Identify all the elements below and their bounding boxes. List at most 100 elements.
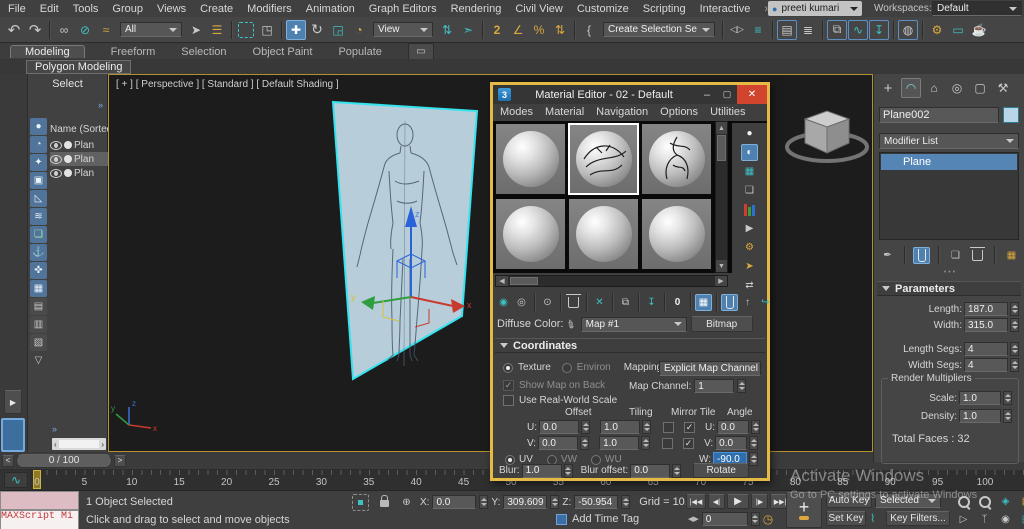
menu-create[interactable]: Create (200, 3, 233, 15)
scroll-right-icon[interactable]: › (101, 440, 104, 449)
stack-item-plane[interactable]: Plane (881, 154, 1017, 170)
width-field[interactable]: 315.0 (964, 318, 1008, 332)
video-color-check-icon[interactable] (741, 201, 758, 218)
visibility-eye-icon[interactable] (50, 168, 62, 178)
material-editor-icon[interactable]: ◍ (898, 19, 918, 40)
material-sample-3[interactable] (641, 123, 712, 195)
tab-hierarchy-icon[interactable]: ⌂ (924, 78, 944, 98)
mirror-icon[interactable]: ◁▷ (727, 20, 747, 40)
map-channel-spinner[interactable] (737, 379, 747, 393)
blur-offset-field[interactable]: 0.0 (630, 463, 671, 478)
show-end-result-icon[interactable] (721, 293, 738, 311)
material-sample-4[interactable] (495, 198, 566, 270)
u-mirror-checkbox[interactable] (663, 421, 674, 433)
menu-animation[interactable]: Animation (306, 3, 355, 15)
scene-explorer-icon[interactable]: ≣ (798, 20, 818, 40)
object-name-field[interactable]: Plane002 (879, 107, 999, 123)
select-by-name-icon[interactable]: ☰ (207, 20, 227, 40)
x-spinner[interactable] (479, 495, 489, 509)
explorer-h-scrollbar[interactable]: ‹ › (52, 438, 106, 450)
x-coordinate-field[interactable]: 0.0 (432, 495, 477, 509)
blur-spinner[interactable] (563, 463, 573, 478)
select-and-place-icon[interactable]: ◔ (349, 20, 369, 40)
make-material-copy-icon[interactable]: ⧉ (617, 294, 634, 311)
select-and-link-icon[interactable]: ∞ (54, 20, 74, 40)
backlight-icon[interactable]: ◐ (741, 144, 758, 161)
curve-editor-icon[interactable]: ∿ (848, 19, 868, 40)
filter-xrefs-icon[interactable]: ⚓ (30, 244, 47, 261)
v-angle-field[interactable]: 0.0 (715, 436, 748, 450)
selection-filter-select[interactable]: All (120, 22, 182, 37)
modifier-stack[interactable]: Plane (879, 152, 1019, 240)
texture-radio[interactable] (503, 362, 513, 373)
visibility-eye-icon[interactable] (50, 154, 62, 164)
material-editor-window[interactable]: 3 Material Editor - 02 - Default – ▢ ✕ M… (490, 82, 770, 481)
viewport-layout-tab[interactable] (1, 418, 25, 452)
filter-lights-icon[interactable]: ✦ (30, 154, 47, 171)
blur-field[interactable]: 1.0 (521, 463, 562, 478)
current-frame-field[interactable]: 0 (701, 512, 748, 526)
time-slider-handle[interactable]: 0 / 100 (16, 453, 112, 468)
y-spinner[interactable] (550, 495, 560, 509)
density-spinner[interactable] (1003, 409, 1012, 423)
tab-object-paint[interactable]: Object Paint (253, 46, 313, 58)
length-spinner[interactable] (1010, 302, 1019, 316)
scroll-left-icon[interactable]: ◀ (496, 276, 508, 286)
u-offset-spinner[interactable] (581, 420, 590, 434)
auto-key-button[interactable]: Auto Key (826, 493, 872, 508)
filter-containers-icon[interactable]: ▦ (30, 280, 47, 297)
parameters-rollout-header[interactable]: Parameters (877, 281, 1021, 296)
filter-groups-icon[interactable]: ❏ (30, 226, 47, 243)
u-tiling-field[interactable]: 1.0 (600, 420, 640, 434)
filter-spacewarps-icon[interactable]: ≋ (30, 208, 47, 225)
key-mode-toggle-icon[interactable]: ◷ (763, 512, 773, 526)
me-menu-modes[interactable]: Modes (500, 106, 533, 118)
tab-selection[interactable]: Selection (181, 46, 226, 58)
select-and-rotate-icon[interactable]: ↻ (307, 20, 327, 40)
modifier-list-select[interactable]: Modifier List (879, 133, 1019, 149)
render-production-icon[interactable]: ☕ (969, 20, 989, 40)
filter-cameras-icon[interactable]: ▣ (30, 172, 47, 189)
me-menu-navigation[interactable]: Navigation (596, 106, 648, 118)
close-icon[interactable]: ✕ (737, 85, 767, 104)
key-filters-button[interactable]: Key Filters... (886, 511, 950, 526)
set-keys-button[interactable]: + (786, 492, 822, 528)
v-tiling-spinner[interactable] (641, 436, 651, 450)
menu-civil-view[interactable]: Civil View (515, 3, 562, 15)
put-material-to-scene-icon[interactable]: ◎ (513, 294, 530, 311)
width-segs-spinner[interactable] (1010, 358, 1019, 372)
select-and-scale-icon[interactable]: ◲ (328, 20, 348, 40)
align-icon[interactable]: ≡ (748, 20, 768, 40)
z-coordinate-field[interactable]: -50.954 (574, 495, 619, 509)
tab-modify-icon[interactable]: ◠ (901, 78, 921, 98)
bind-to-space-warp-icon[interactable]: ≈ (96, 20, 116, 40)
maximize-viewport-icon[interactable]: ◱ (1018, 511, 1024, 528)
time-slider-prev-button[interactable]: < (2, 454, 14, 467)
u-angle-field[interactable]: 0.0 (717, 420, 749, 434)
menu-file[interactable]: File (8, 3, 26, 15)
make-unique-icon[interactable]: ❏ (947, 247, 964, 264)
schematic-view-icon[interactable]: ↧ (869, 19, 889, 40)
set-key-button[interactable]: Set Key (826, 511, 866, 526)
spinner-snap-icon[interactable]: ⇅ (550, 20, 570, 40)
filter-geometry-icon[interactable]: ● (30, 118, 47, 135)
reference-coordinate-select[interactable]: View (373, 22, 433, 37)
detail-view-icon[interactable]: ▧ (30, 334, 47, 351)
named-selection-sets-select[interactable]: Create Selection Se (603, 22, 715, 37)
mapping-select[interactable]: Explicit Map Channel (659, 361, 761, 376)
name-column-header[interactable]: Name (Sorted A (50, 124, 108, 135)
select-and-manipulate-icon[interactable]: ➣ (458, 20, 478, 40)
zoom-all-icon[interactable] (976, 493, 993, 510)
me-menu-material[interactable]: Material (545, 106, 584, 118)
get-material-icon[interactable]: ◉ (495, 294, 512, 311)
material-id-channel-icon[interactable]: 0 (669, 294, 686, 311)
configure-modifier-sets-icon[interactable]: ▦ (1003, 247, 1020, 264)
previous-frame-button[interactable]: ◀| (708, 494, 725, 509)
ribbon-toggle-icon[interactable]: ⧉ (827, 19, 847, 40)
expand-tray-button[interactable]: ▶ (4, 390, 22, 414)
u-offset-field[interactable]: 0.0 (539, 420, 579, 434)
orbit-icon[interactable]: ◉ (997, 511, 1014, 528)
length-segs-spinner[interactable] (1010, 342, 1019, 356)
snaps-toggle-icon[interactable]: 2 (487, 20, 507, 40)
blur-offset-spinner[interactable] (672, 463, 682, 478)
